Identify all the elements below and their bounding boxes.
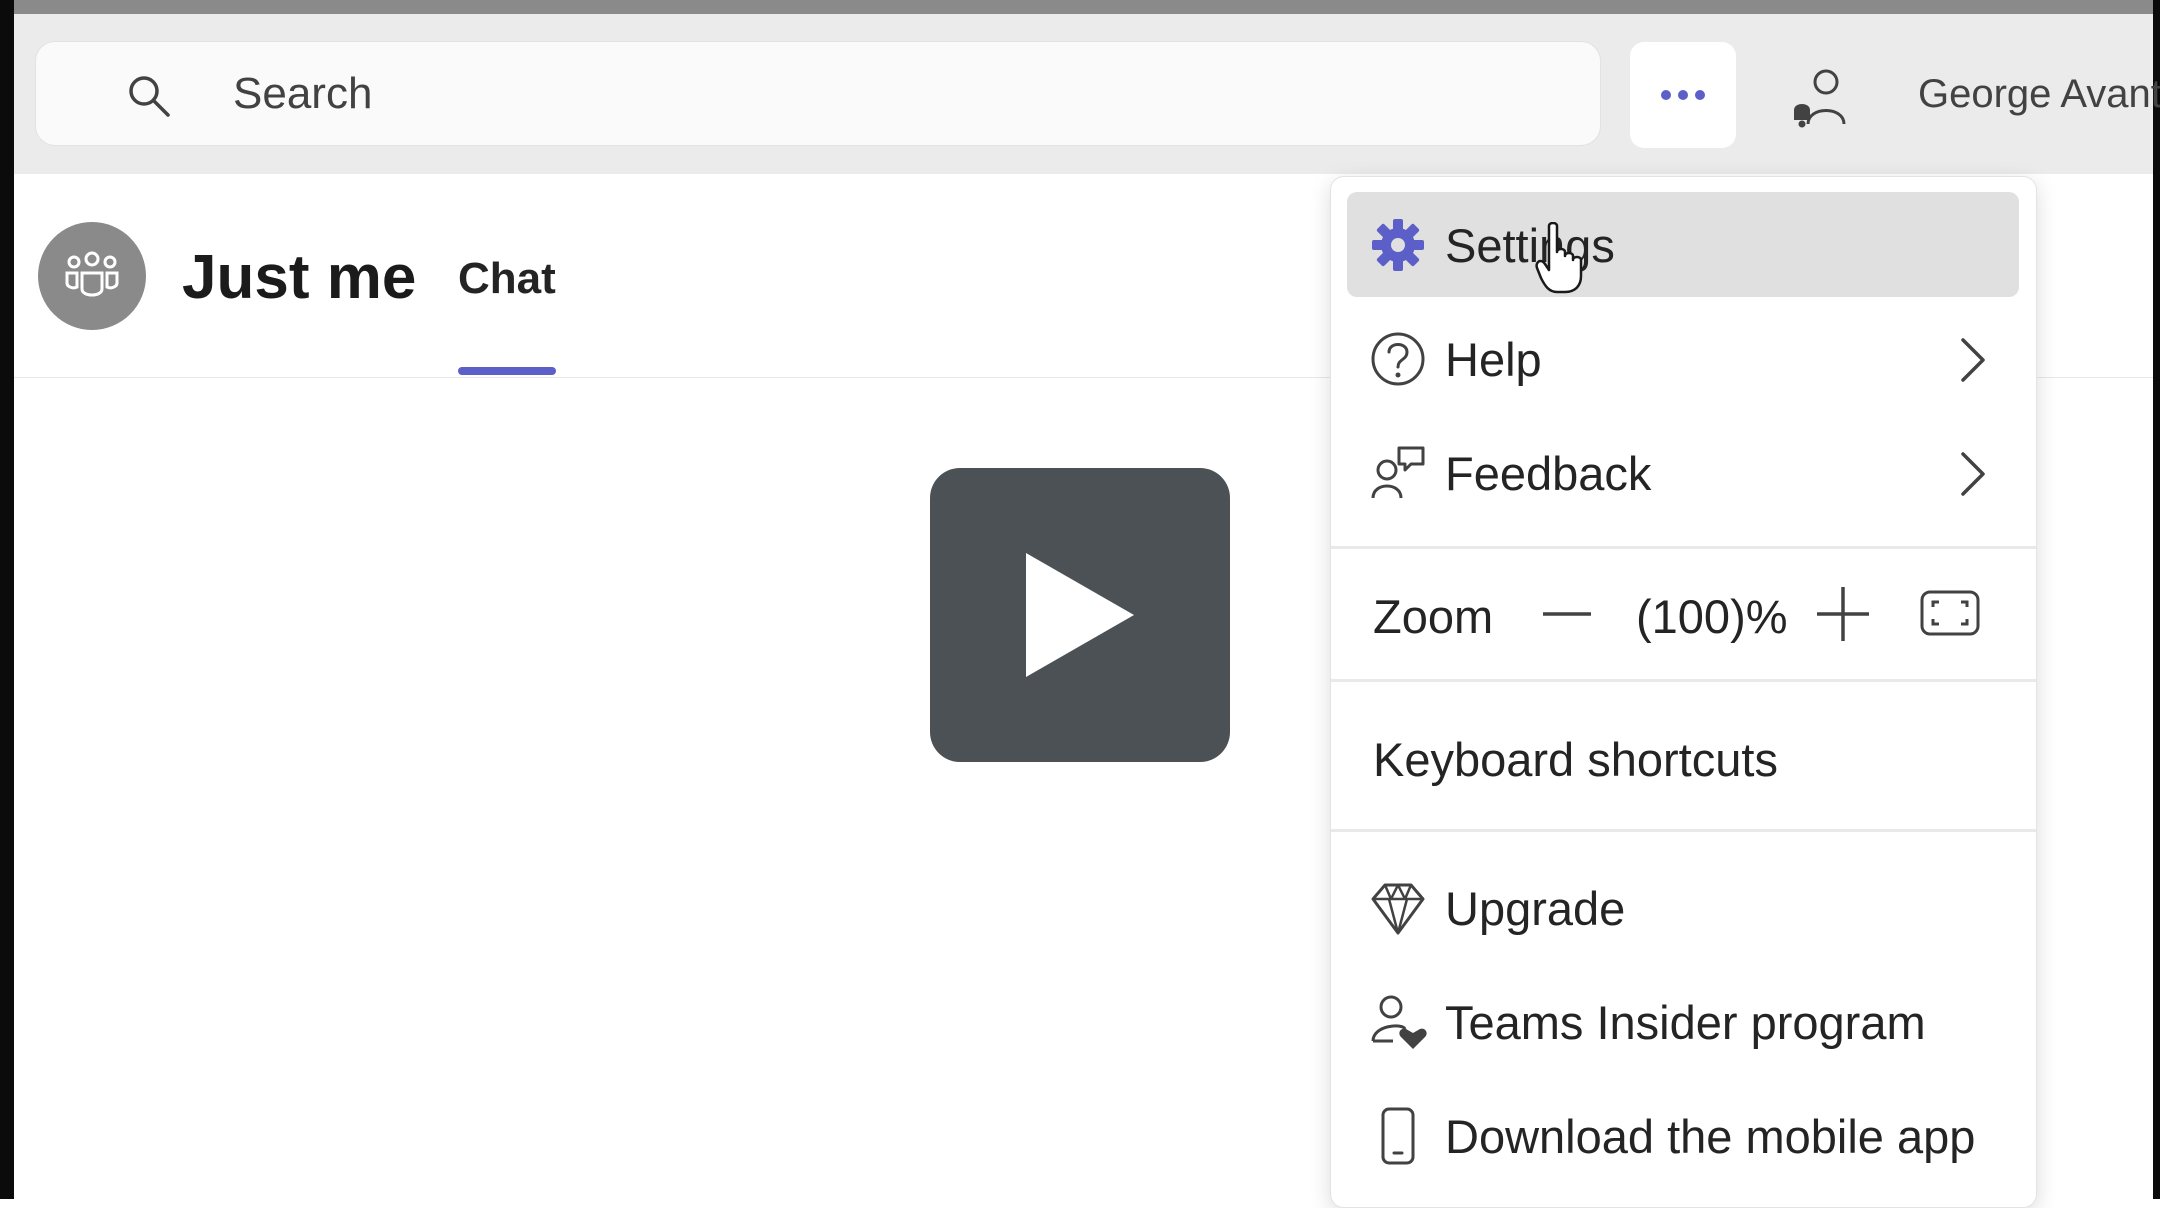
diamond-icon [1371,883,1425,935]
chat-title: Just me [182,243,417,312]
search-input[interactable]: Search [35,41,1601,146]
title-bar: Search George Avant [14,14,2160,175]
left-frame-edge [0,0,14,1199]
question-icon [1371,332,1425,386]
video-play-button[interactable] [930,468,1230,762]
hand-cursor-icon [1535,222,1583,294]
menu-item-help-label: Help [1445,333,1542,386]
notification-person-icon[interactable] [1786,64,1856,134]
more-dots-icon [1661,90,1705,100]
more-options-menu: Settings Help Feedback Zoom (100)% Keybo… [1330,176,2037,1208]
zoom-label: Zoom [1373,590,1494,643]
menu-item-feedback[interactable]: Feedback [1347,420,2019,525]
play-icon [1026,553,1134,677]
user-name[interactable]: George Avant [1918,72,2160,117]
feedback-icon [1371,446,1425,499]
top-frame-line [14,0,2153,14]
tab-chat[interactable]: Chat [458,254,556,304]
menu-item-upgrade-label: Upgrade [1445,882,1626,935]
search-placeholder: Search [233,69,373,118]
phone-icon [1381,1107,1415,1165]
menu-item-teams-insider-label: Teams Insider program [1445,996,1926,1049]
zoom-in-button[interactable] [1811,581,1875,647]
chevron-right-icon [1961,338,1985,382]
menu-item-feedback-label: Feedback [1445,447,1652,500]
menu-divider [1331,546,2036,549]
search-icon [129,76,170,117]
menu-divider [1331,829,2036,832]
group-avatar [38,222,146,330]
menu-item-settings-label: Settings [1445,219,1615,272]
gear-icon [1372,219,1424,271]
menu-divider [1331,679,2036,682]
right-frame-edge [2153,0,2160,1199]
more-options-button[interactable] [1630,42,1736,148]
menu-item-settings[interactable]: Settings [1347,192,2019,297]
fullscreen-icon[interactable] [1919,589,1981,637]
menu-item-keyboard-shortcuts[interactable]: Keyboard shortcuts [1373,732,1778,787]
group-icon [65,251,119,297]
menu-item-download-mobile-label: Download the mobile app [1445,1110,1976,1163]
menu-item-upgrade[interactable]: Upgrade [1347,855,2019,960]
menu-item-download-mobile[interactable]: Download the mobile app [1347,1083,2019,1188]
zoom-value: (100)% [1636,590,1788,643]
chevron-right-icon [1961,452,1985,496]
insider-icon [1371,995,1427,1049]
menu-item-help[interactable]: Help [1347,306,2019,411]
menu-item-teams-insider[interactable]: Teams Insider program [1347,969,2019,1074]
zoom-out-button[interactable] [1537,579,1597,649]
tab-chat-indicator [458,367,556,375]
